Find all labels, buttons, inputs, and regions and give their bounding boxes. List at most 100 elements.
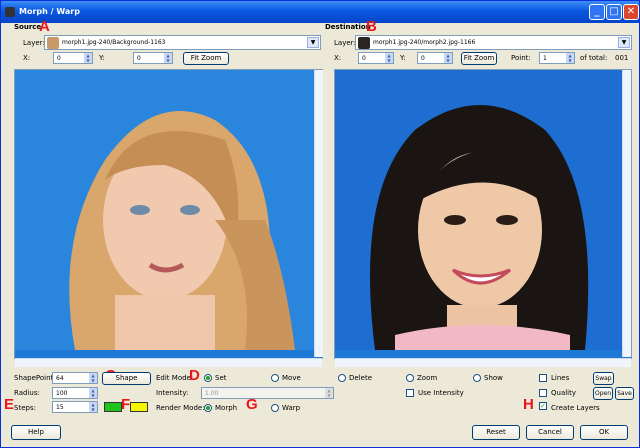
show-label: Show — [484, 374, 503, 382]
cancel-button[interactable]: Cancel — [526, 425, 574, 440]
reset-button[interactable]: Reset — [472, 425, 520, 440]
chevron-down-icon[interactable]: ▼ — [307, 37, 319, 48]
morph-warp-dialog: Morph / Warp _ □ ✕ Source A Layer: morph… — [0, 0, 640, 448]
annotation-a: A — [39, 18, 50, 35]
create-layers-label: Create Layers — [551, 404, 600, 412]
open-button[interactable]: Open — [593, 387, 613, 400]
annotation-h: H — [523, 396, 534, 413]
use-intensity-label: Use Intensity — [418, 389, 464, 397]
spinner-arrows-icon[interactable]: ▲ ▼ — [444, 53, 452, 63]
move-radio[interactable] — [271, 374, 279, 382]
spinner-arrows-icon[interactable]: ▲ ▼ — [89, 373, 97, 383]
radius-label: Radius: — [14, 389, 40, 397]
title-bar: Morph / Warp _ □ ✕ — [1, 1, 639, 23]
point-value: 1 — [543, 55, 547, 62]
source-y-value: 0 — [137, 55, 141, 62]
spinner-arrows-icon[interactable]: ▲ ▼ — [385, 53, 393, 63]
source-y-spinner[interactable]: 0 ▲ ▼ — [133, 52, 173, 64]
source-horizontal-scrollbar[interactable] — [15, 358, 322, 367]
destination-horizontal-scrollbar[interactable] — [335, 358, 631, 367]
steps-value: 15 — [56, 404, 64, 411]
morph-radio[interactable] — [204, 404, 212, 412]
source-x-spinner[interactable]: 0 ▲ ▼ — [53, 52, 93, 64]
swap-button[interactable]: Swap — [593, 372, 614, 385]
spinner-arrows-icon[interactable]: ▲ ▼ — [164, 53, 172, 63]
quality-checkbox[interactable] — [539, 389, 547, 397]
intensity-spinner[interactable]: 1.00 ▲ ▼ — [201, 387, 334, 399]
help-button[interactable]: Help — [11, 425, 61, 440]
intensity-label: Intensity: — [156, 389, 189, 397]
spinner-arrows-icon[interactable]: ▲ ▼ — [89, 402, 97, 412]
destination-image-view[interactable] — [334, 69, 632, 359]
warp-radio[interactable] — [271, 404, 279, 412]
destination-fit-zoom-button[interactable]: Fit Zoom — [461, 52, 497, 65]
source-image-view[interactable] — [14, 69, 323, 359]
destination-layer-value: morph1.jpg-240/morph2.jpg-1166 — [373, 39, 476, 46]
lines-label: Lines — [551, 374, 570, 382]
destination-vertical-scrollbar[interactable] — [622, 70, 631, 357]
destination-x-value: 0 — [362, 55, 366, 62]
shapepoints-spinner[interactable]: 64 ▲ ▼ — [52, 372, 98, 384]
radius-spinner[interactable]: 100 ▲ ▼ — [52, 387, 98, 399]
destination-y-spinner[interactable]: 0 ▲ ▼ — [417, 52, 453, 64]
delete-radio[interactable] — [338, 374, 346, 382]
zoom-radio[interactable] — [406, 374, 414, 382]
morph-label: Morph — [215, 404, 238, 412]
create-layers-checkbox[interactable]: ✓ — [539, 402, 547, 410]
chevron-down-icon[interactable]: ▼ — [618, 37, 630, 48]
zoom-label: Zoom — [417, 374, 438, 382]
destination-section-label: Destination — [325, 23, 371, 31]
quality-label: Quality — [551, 389, 577, 397]
of-total-value: 001 — [615, 54, 629, 62]
show-radio[interactable] — [473, 374, 481, 382]
app-icon — [5, 7, 15, 17]
minimize-button[interactable]: _ — [589, 4, 605, 20]
move-label: Move — [282, 374, 301, 382]
close-button[interactable]: ✕ — [623, 4, 639, 20]
source-layer-thumbnail — [47, 37, 59, 49]
set-radio[interactable] — [204, 374, 212, 382]
source-x-value: 0 — [57, 55, 61, 62]
steps-label: Steps: — [14, 404, 36, 412]
destination-layer-select[interactable]: morph1.jpg-240/morph2.jpg-1166 ▼ — [355, 35, 632, 50]
destination-x-spinner[interactable]: 0 ▲ ▼ — [358, 52, 394, 64]
source-layer-label: Layer: — [23, 39, 45, 47]
intensity-value: 1.00 — [205, 390, 219, 397]
destination-layer-thumbnail — [358, 37, 370, 49]
source-layer-value: morph1.jpg-240/Background-1163 — [62, 39, 166, 46]
shape-button[interactable]: Shape — [102, 372, 151, 385]
point-label: Point: — [511, 54, 531, 62]
render-mode-label: Render Mode: — [156, 404, 205, 412]
source-face-image — [15, 70, 315, 350]
warp-label: Warp — [282, 404, 301, 412]
lines-checkbox[interactable] — [539, 374, 547, 382]
radius-value: 100 — [56, 390, 68, 397]
annotation-b: B — [366, 18, 377, 35]
delete-label: Delete — [349, 374, 372, 382]
point-spinner[interactable]: 1 ▲ ▼ — [539, 52, 575, 64]
of-total-label: of total: — [580, 54, 608, 62]
spinner-arrows-icon[interactable]: ▲ ▼ — [89, 388, 97, 398]
steps-spinner[interactable]: 15 ▲ ▼ — [52, 401, 98, 413]
shapepoints-value: 64 — [56, 375, 64, 382]
annotation-d: D — [189, 367, 200, 384]
use-intensity-checkbox[interactable] — [406, 389, 414, 397]
edit-mode-label: Edit Mode: — [156, 374, 194, 382]
spinner-arrows-icon[interactable]: ▲ ▼ — [325, 388, 333, 398]
window-title: Morph / Warp — [19, 7, 80, 16]
source-layer-select[interactable]: morph1.jpg-240/Background-1163 ▼ — [44, 35, 321, 50]
source-fit-zoom-button[interactable]: Fit Zoom — [183, 52, 229, 65]
annotation-f: F — [121, 396, 131, 413]
destination-y-value: 0 — [421, 55, 425, 62]
spinner-arrows-icon[interactable]: ▲ ▼ — [84, 53, 92, 63]
destination-y-label: Y: — [400, 54, 406, 62]
color-swatch-secondary[interactable] — [130, 402, 148, 412]
spinner-arrows-icon[interactable]: ▲ ▼ — [566, 53, 574, 63]
ok-button[interactable]: OK — [580, 425, 628, 440]
maximize-button[interactable]: □ — [606, 4, 622, 20]
save-button[interactable]: Save — [615, 387, 634, 400]
source-vertical-scrollbar[interactable] — [314, 70, 323, 357]
set-label: Set — [215, 374, 227, 382]
color-swatch-primary[interactable] — [104, 402, 122, 412]
source-y-label: Y: — [99, 54, 105, 62]
